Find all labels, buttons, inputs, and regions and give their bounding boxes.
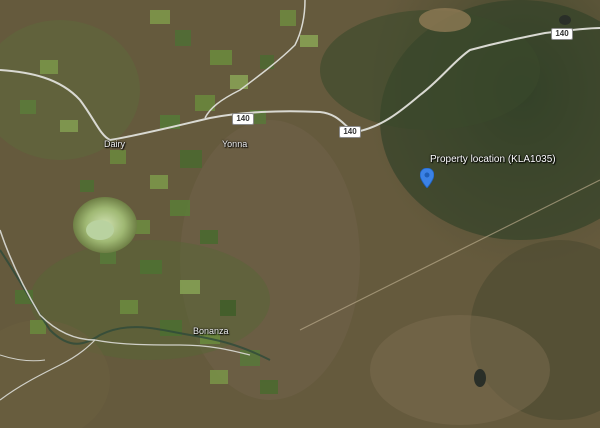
highway-shield: 140 — [551, 28, 573, 40]
highway-shield: 140 — [232, 113, 254, 125]
property-location-label: Property location (KLA1035) — [430, 154, 556, 165]
town-label-dairy: Dairy — [104, 139, 126, 149]
highway-shield: 140 — [339, 126, 361, 138]
map-pin-icon[interactable] — [420, 168, 434, 188]
satellite-imagery — [0, 0, 600, 428]
town-label-bonanza: Bonanza — [193, 326, 229, 336]
satellite-map[interactable]: 140 140 140 Dairy Yonna Bonanza Property… — [0, 0, 600, 428]
town-label-yonna: Yonna — [222, 139, 248, 149]
